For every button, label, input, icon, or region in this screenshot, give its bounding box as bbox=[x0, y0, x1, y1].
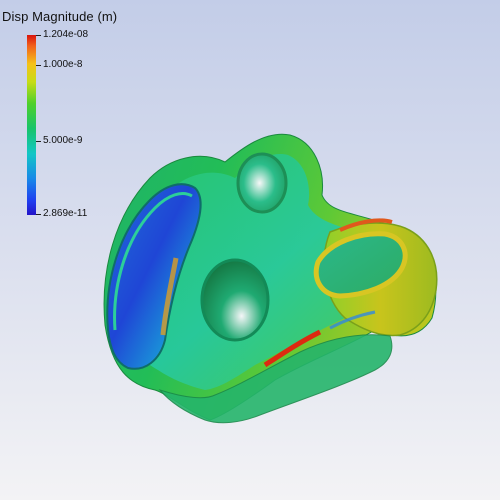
upper-boss-hole bbox=[236, 152, 288, 214]
center-hole bbox=[200, 258, 270, 342]
mesh-model[interactable] bbox=[0, 0, 500, 500]
3d-viewport[interactable]: Disp Magnitude (m) 1.204e-08 1.000e-8 5.… bbox=[0, 0, 500, 500]
